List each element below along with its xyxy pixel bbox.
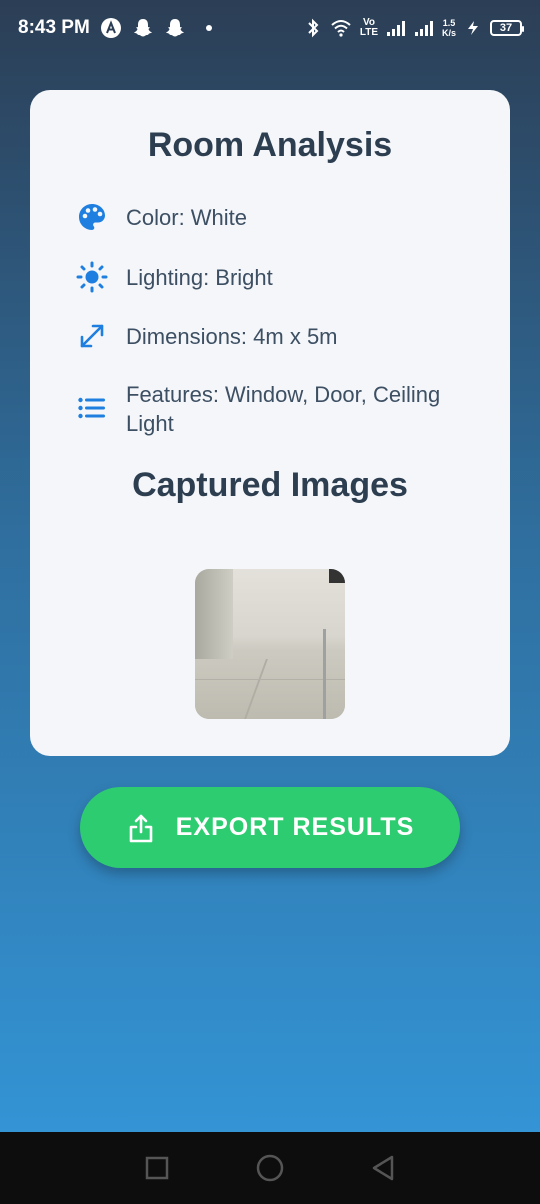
- notification-dot-icon: [205, 25, 212, 31]
- analysis-item-color: Color: White: [76, 203, 476, 233]
- speed-value: 1.5: [442, 18, 456, 28]
- thumbnail-rail: [323, 629, 326, 719]
- analysis-item-label: Lighting: Bright: [126, 265, 273, 290]
- signal-icon-2: [414, 17, 436, 39]
- bluetooth-icon: [302, 17, 324, 39]
- analysis-item-features: Features: Window, Door, Ceiling Light: [76, 380, 476, 438]
- charging-icon: [462, 17, 484, 39]
- analysis-item-label: Features: Window, Door, Ceiling Light: [126, 382, 441, 436]
- resize-arrows-icon: [76, 320, 108, 352]
- export-results-button[interactable]: EXPORT RESULTS: [80, 787, 460, 868]
- network-type-label: Vo LTE: [359, 17, 379, 38]
- signal-icon: [386, 17, 408, 39]
- analysis-item-dimensions: Dimensions: 4m x 5m: [76, 322, 476, 352]
- thumbnail-wall: [195, 569, 233, 659]
- sun-icon: [76, 261, 108, 293]
- home-icon[interactable]: [253, 1151, 287, 1185]
- page-title: Room Analysis: [147, 126, 393, 164]
- recent-apps-icon[interactable]: [140, 1151, 174, 1185]
- analysis-item-lighting: Lighting: Bright: [76, 261, 476, 293]
- speed-unit: K/s: [441, 28, 456, 38]
- export-results-label: EXPORT RESULTS: [175, 813, 415, 841]
- thumbnail-corner: [329, 569, 345, 583]
- captured-image-thumbnail[interactable]: [195, 569, 345, 719]
- status-bar: 8:43 PM Vo LTE 1.5 K/s 37: [0, 0, 540, 56]
- battery-icon: 37: [490, 20, 524, 36]
- analysis-item-label: Color: White: [126, 205, 248, 230]
- snapchat-icon: [132, 17, 154, 39]
- status-time: 8:43 PM: [18, 17, 90, 38]
- back-icon[interactable]: [366, 1151, 400, 1185]
- captured-images-title: Captured Images: [132, 466, 408, 504]
- analysis-item-label: Dimensions: 4m x 5m: [126, 324, 338, 349]
- palette-icon: [76, 201, 108, 233]
- wifi-icon: [330, 17, 352, 39]
- status-left: 8:43 PM: [18, 17, 212, 39]
- share-icon: [126, 813, 156, 843]
- app-notification-icon: [100, 17, 122, 39]
- list-icon: [76, 392, 108, 424]
- snapchat-icon-2: [164, 17, 186, 39]
- network-speed: 1.5 K/s: [442, 18, 456, 38]
- system-nav-bar: [0, 1132, 540, 1204]
- status-right: Vo LTE 1.5 K/s 37: [302, 17, 524, 39]
